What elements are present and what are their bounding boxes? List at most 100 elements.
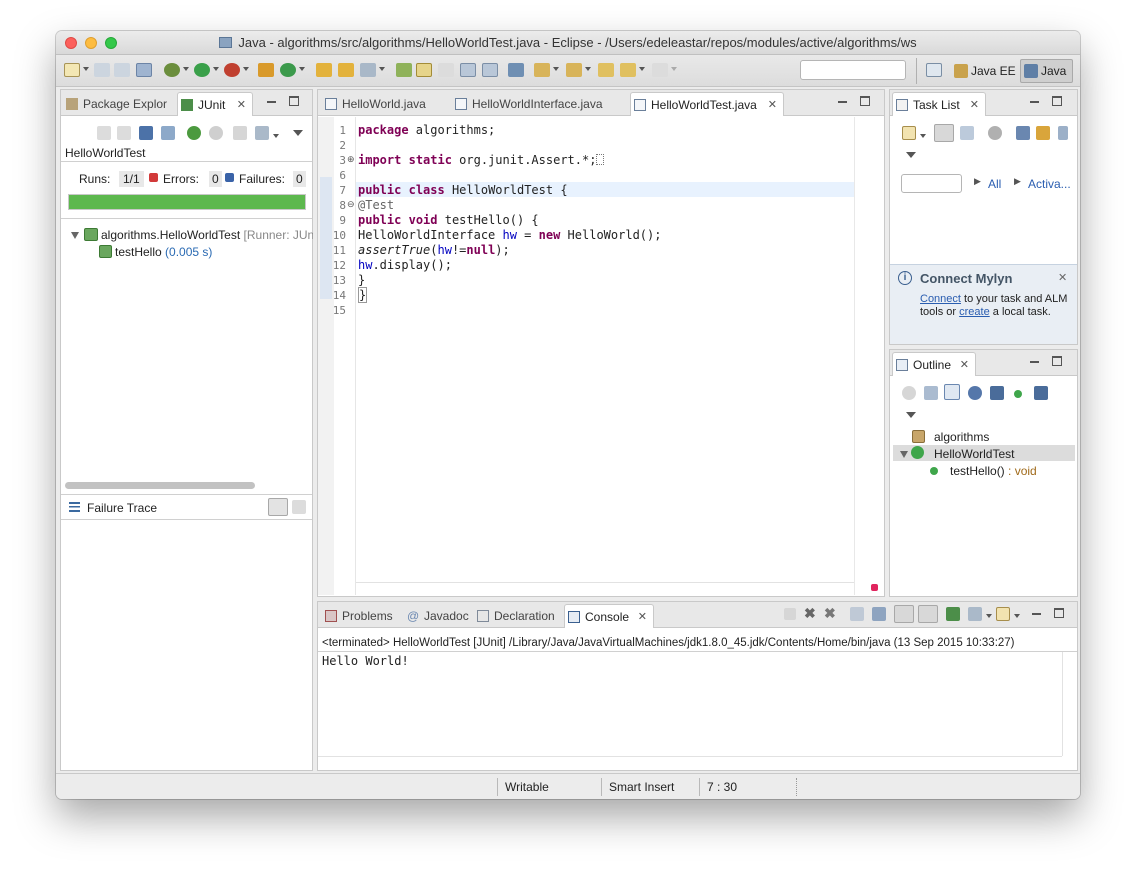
external-tools-dropdown-icon[interactable] [243,67,249,71]
open-console-dropdown-icon[interactable] [1014,614,1020,618]
sort-icon[interactable] [944,384,960,400]
perspective-java-ee[interactable]: Java EE [950,59,1023,83]
filter-active-link[interactable]: Activa... [1028,177,1071,191]
save-icon[interactable] [94,63,110,77]
hide-nonpublic-icon[interactable] [1014,390,1022,398]
collapse-all-icon[interactable] [924,386,938,400]
tree-child[interactable]: testHello (0.005 s) [115,245,212,259]
show-on-stdout-icon[interactable] [894,605,914,623]
code-line-1[interactable]: package algorithms; [358,123,495,137]
quick-access-input[interactable] [800,60,906,80]
maximize-icon[interactable] [860,96,870,106]
toggle-block-selection-icon[interactable] [460,63,476,77]
new-icon[interactable] [64,63,80,77]
tab-outline[interactable]: Outline ✕ [892,352,976,376]
create-link[interactable]: create [959,306,990,318]
categorized-icon[interactable] [934,124,954,142]
view-menu-icon[interactable] [293,130,303,136]
close-mylyn-icon[interactable]: ✕ [1058,271,1067,284]
focus-on-task-icon[interactable] [902,386,916,400]
pin-console-icon[interactable] [946,607,960,621]
expand-arrow-icon[interactable] [71,232,79,239]
open-console-icon[interactable] [996,607,1010,621]
skip-breakpoints-icon[interactable] [508,63,524,77]
maximize-icon[interactable] [1054,608,1064,618]
minimize-icon[interactable] [1030,361,1039,363]
back-icon[interactable] [620,63,636,77]
close-tab-icon[interactable]: ✕ [768,93,777,117]
tab-helloworld-java[interactable]: HelloWorld.java [322,92,446,116]
save-all-icon[interactable] [114,63,130,77]
maximize-icon[interactable] [1052,356,1062,366]
clear-console-icon[interactable] [850,607,864,621]
new-task-dropdown-icon[interactable] [920,134,926,138]
close-tab-icon[interactable]: ✕ [970,93,979,117]
console-output[interactable]: Hello World! [322,654,409,668]
show-whitespace-icon[interactable] [482,63,498,77]
remove-launch-icon[interactable]: ✖ [804,605,816,622]
zoom-window-button[interactable] [105,37,117,49]
code-line-11[interactable]: assertTrue(hw!=null); [358,243,510,257]
new-dropdown-icon[interactable] [83,67,89,71]
search-icon[interactable] [360,63,376,77]
close-tab-icon[interactable]: ✕ [960,353,969,377]
back-dropdown-icon[interactable] [639,67,645,71]
maximize-icon[interactable] [1052,96,1062,106]
outline-method[interactable]: testHello() : void [950,464,1037,478]
close-tab-icon[interactable]: ✕ [638,605,647,629]
next-annotation-dropdown-icon[interactable] [553,67,559,71]
external-tools-icon[interactable] [224,63,240,77]
forward-icon[interactable] [652,63,668,77]
horizontal-scrollbar[interactable] [65,482,255,489]
toggle-mark-occurrences-icon[interactable] [396,63,412,77]
view-menu-icon[interactable] [906,412,916,418]
minimize-icon[interactable] [838,101,847,103]
minimize-window-button[interactable] [85,37,97,49]
scheduled-icon[interactable] [960,126,974,140]
fold-collapse-icon[interactable]: ⊖ [347,199,355,210]
debug-dropdown-icon[interactable] [183,67,189,71]
code-line-12[interactable]: hw.display(); [358,258,452,272]
search-dropdown-icon[interactable] [379,67,385,71]
new-class-dropdown-icon[interactable] [299,67,305,71]
minimize-icon[interactable] [1030,101,1039,103]
new-java-class-icon[interactable] [280,63,296,77]
tab-junit[interactable]: JUnit ✕ [177,92,253,116]
hide-static-icon[interactable] [990,386,1004,400]
show-on-stderr-icon[interactable] [918,605,938,623]
stop-test-run-icon[interactable] [233,126,247,140]
code-line-3[interactable]: import static org.junit.Assert.*; [358,153,605,167]
task-filter-input[interactable] [901,174,962,193]
debug-icon[interactable] [164,63,180,77]
open-type-icon[interactable] [316,63,332,77]
minimize-icon[interactable] [1032,613,1041,615]
terminate-icon[interactable] [784,608,796,620]
outline-package[interactable]: algorithms [934,430,989,444]
minimize-icon[interactable] [267,101,276,103]
collapse-all-icon[interactable] [1058,126,1068,140]
code-line-8[interactable]: @Test [358,198,394,212]
expand-arrow-icon[interactable] [900,451,908,458]
next-failure-icon[interactable] [97,126,111,140]
test-run-history-icon[interactable] [255,126,269,140]
close-tab-icon[interactable]: ✕ [237,93,246,117]
tree-root[interactable]: algorithms.HelloWorldTest [Runner: JUni [101,228,313,242]
tab-task-list[interactable]: Task List ✕ [892,92,986,116]
next-annotation-icon[interactable] [534,63,550,77]
remove-all-terminated-icon[interactable]: ✖ [824,605,836,622]
filter-stack-trace-icon[interactable] [268,498,288,516]
forward-dropdown-icon[interactable] [671,67,677,71]
code-line-9[interactable]: public void testHello() { [358,213,539,227]
code-line-14[interactable]: } [358,287,368,303]
compare-result-icon[interactable] [292,500,306,514]
tab-javadoc[interactable]: @ Javadoc [404,604,470,628]
last-edit-location-icon[interactable] [598,63,614,77]
open-perspective-icon[interactable] [926,63,942,77]
run-dropdown-icon[interactable] [213,67,219,71]
display-selected-console-icon[interactable] [968,607,982,621]
show-failures-only-icon[interactable] [139,126,153,140]
tab-declaration[interactable]: Declaration [474,604,562,628]
previous-annotation-dropdown-icon[interactable] [585,67,591,71]
tab-console[interactable]: Console ✕ [564,604,654,628]
toggle-highlight-icon[interactable] [416,63,432,77]
